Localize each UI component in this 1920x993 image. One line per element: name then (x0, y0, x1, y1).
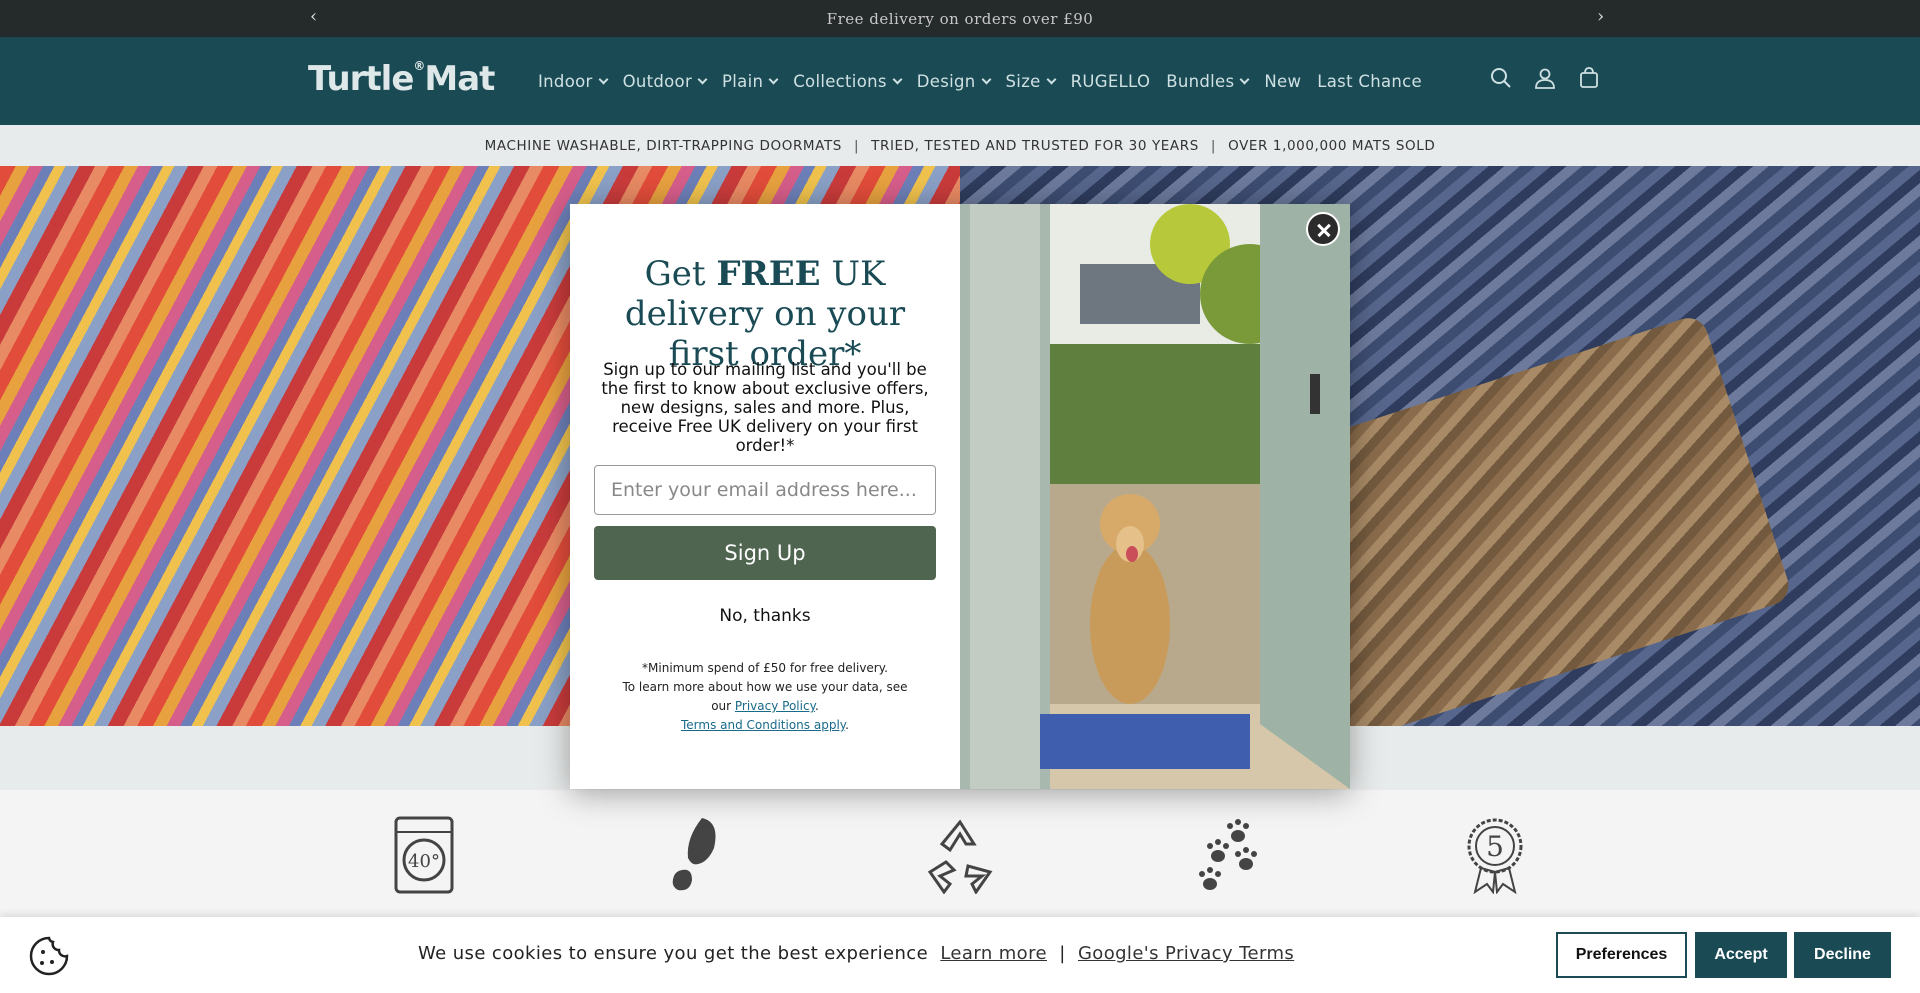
decline-button[interactable]: Decline (1794, 932, 1891, 978)
cookie-text: We use cookies to ensure you get the bes… (418, 943, 929, 964)
privacy-policy-link[interactable]: Privacy Policy (735, 699, 815, 713)
popup-heading: Get FREE UK delivery on your first order… (590, 254, 940, 374)
cookie-banner: We use cookies to ensure you get the bes… (0, 917, 1920, 993)
cookie-message: We use cookies to ensure you get the bes… (418, 943, 1294, 964)
no-thanks-button[interactable]: No, thanks (570, 606, 960, 626)
popup-fine-print: *Minimum spend of £50 for free delivery.… (615, 659, 915, 735)
accept-button[interactable]: Accept (1695, 932, 1787, 978)
preferences-button[interactable]: Preferences (1556, 932, 1687, 978)
heading-part: Get (644, 254, 717, 294)
signup-popup: Get FREE UK delivery on your first order… (570, 204, 1350, 789)
privacy-terms-link[interactable]: Google's Privacy Terms (1078, 943, 1294, 964)
popup-overlay: Get FREE UK delivery on your first order… (0, 0, 1920, 993)
heading-bold: FREE (716, 254, 821, 294)
learn-more-link[interactable]: Learn more (940, 943, 1047, 964)
dog-door-image (960, 204, 1350, 789)
close-popup-button[interactable] (1306, 212, 1340, 246)
popup-form-panel: Get FREE UK delivery on your first order… (570, 204, 960, 789)
terms-link[interactable]: Terms and Conditions apply (681, 718, 845, 732)
sign-up-button[interactable]: Sign Up (594, 526, 936, 580)
fine-print-text: *Minimum spend of £50 for free delivery. (642, 661, 888, 675)
email-field[interactable] (594, 465, 936, 515)
fine-print-text: . (814, 699, 819, 713)
fine-print-text: . (845, 718, 849, 732)
cookie-icon[interactable] (28, 935, 70, 977)
popup-description: Sign up to our mailing list and you'll b… (601, 360, 929, 455)
cookie-divider: | (1059, 943, 1066, 964)
